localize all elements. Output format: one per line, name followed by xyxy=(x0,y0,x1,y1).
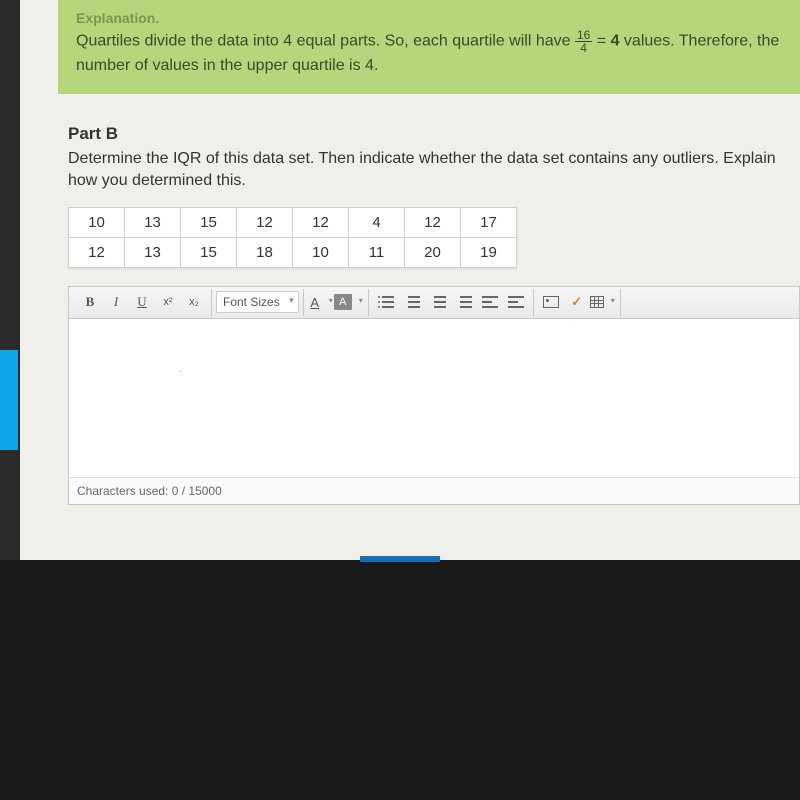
character-counter: Characters used: 0 / 15000 xyxy=(69,477,799,504)
table-icon xyxy=(590,296,604,308)
align-right-button[interactable] xyxy=(503,290,529,314)
data-cell: 4 xyxy=(349,207,405,237)
font-size-select[interactable]: Font Sizes xyxy=(216,291,299,313)
underline-button[interactable]: U xyxy=(129,290,155,314)
table-row: 12 13 15 18 10 11 20 19 xyxy=(69,237,517,267)
data-cell: 12 xyxy=(237,207,293,237)
align-center-button[interactable] xyxy=(477,290,503,314)
subscript-button[interactable]: x₂ xyxy=(181,290,207,314)
explanation-line1a: Quartiles divide the data into 4 equal p… xyxy=(76,33,575,50)
window-edge-accent xyxy=(0,350,18,450)
data-cell: 12 xyxy=(405,207,461,237)
highlight-color-button[interactable]: A xyxy=(334,290,364,314)
explanation-line2: number of values in the upper quartile i… xyxy=(76,57,378,74)
indent-icon xyxy=(456,296,472,308)
table-row: 10 13 15 12 12 4 12 17 xyxy=(69,207,517,237)
insert-table-button[interactable] xyxy=(590,290,616,314)
data-cell: 12 xyxy=(293,207,349,237)
data-cell: 15 xyxy=(181,207,237,237)
part-b-prompt: Determine the IQR of this data set. Then… xyxy=(68,148,782,193)
taskbar-accent xyxy=(360,556,440,562)
rich-text-editor: B I U x² x₂ Font Sizes A A xyxy=(68,286,800,505)
text-color-button[interactable]: A xyxy=(308,290,334,314)
outdent-icon xyxy=(430,296,446,308)
cursor-mark: . xyxy=(179,364,182,375)
outdent-button[interactable] xyxy=(425,290,451,314)
image-icon xyxy=(543,296,559,308)
bullet-list-button[interactable] xyxy=(373,290,399,314)
explanation-title: Explanation. xyxy=(76,8,782,29)
data-table: 10 13 15 12 12 4 12 17 12 13 15 18 10 11… xyxy=(68,207,517,268)
italic-button[interactable]: I xyxy=(103,290,129,314)
data-cell: 12 xyxy=(69,237,125,267)
bullet-list-icon xyxy=(378,296,394,308)
data-cell: 11 xyxy=(349,237,405,267)
char-count-value: 0 / 15000 xyxy=(172,484,222,498)
equation-button[interactable]: ✓ xyxy=(564,290,590,314)
data-cell: 10 xyxy=(293,237,349,267)
data-cell: 20 xyxy=(405,237,461,267)
explanation-text: Quartiles divide the data into 4 equal p… xyxy=(76,29,782,78)
data-cell: 15 xyxy=(181,237,237,267)
numbered-list-icon xyxy=(404,296,420,308)
editor-textarea[interactable]: . xyxy=(69,319,799,477)
data-cell: 13 xyxy=(125,237,181,267)
explanation-panel: Explanation. Quartiles divide the data i… xyxy=(58,0,800,94)
numbered-list-button[interactable] xyxy=(399,290,425,314)
editor-toolbar: B I U x² x₂ Font Sizes A A xyxy=(69,287,799,319)
superscript-button[interactable]: x² xyxy=(155,290,181,314)
insert-image-button[interactable] xyxy=(538,290,564,314)
data-cell: 19 xyxy=(461,237,517,267)
part-b-title: Part B xyxy=(68,124,782,144)
data-cell: 13 xyxy=(125,207,181,237)
indent-button[interactable] xyxy=(451,290,477,314)
data-cell: 18 xyxy=(237,237,293,267)
fraction-16-over-4: 16 4 xyxy=(575,29,592,54)
part-b-section: Part B Determine the IQR of this data se… xyxy=(20,94,800,505)
data-cell: 17 xyxy=(461,207,517,237)
data-cell: 10 xyxy=(69,207,125,237)
page-viewport: Explanation. Quartiles divide the data i… xyxy=(20,0,800,560)
align-center-icon xyxy=(482,296,498,308)
align-right-icon xyxy=(508,296,524,308)
monitor-bezel xyxy=(0,560,800,800)
bold-button[interactable]: B xyxy=(77,290,103,314)
